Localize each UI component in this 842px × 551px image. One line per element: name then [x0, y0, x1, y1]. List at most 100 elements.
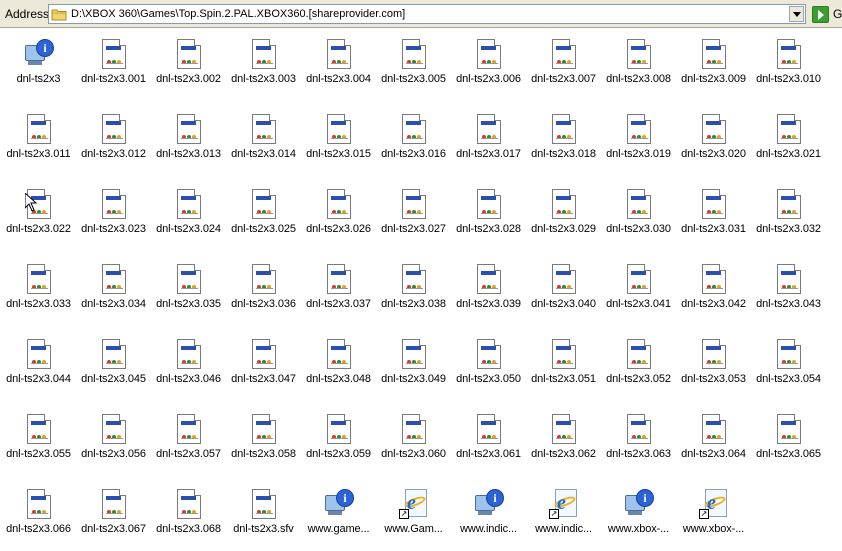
file-item[interactable]: dnl-ts2x3.054 — [751, 331, 826, 401]
file-item[interactable]: dnl-ts2x3.019 — [601, 106, 676, 176]
file-item[interactable]: dnl-ts2x3.049 — [376, 331, 451, 401]
file-item[interactable]: dnl-ts2x3.015 — [301, 106, 376, 176]
file-name-label: dnl-ts2x3.007 — [531, 73, 596, 85]
info-file-icon: i — [324, 487, 354, 521]
file-item[interactable]: dnl-ts2x3.032 — [751, 181, 826, 251]
file-name-label: dnl-ts2x3.058 — [231, 448, 296, 460]
file-item[interactable]: dnl-ts2x3.007 — [526, 31, 601, 101]
file-item[interactable]: dnl-ts2x3.023 — [76, 181, 151, 251]
file-item[interactable]: dnl-ts2x3.040 — [526, 256, 601, 326]
file-item[interactable]: dnl-ts2x3.035 — [151, 256, 226, 326]
file-item[interactable]: dnl-ts2x3.001 — [76, 31, 151, 101]
file-item[interactable]: dnl-ts2x3.030 — [601, 181, 676, 251]
file-item[interactable]: dnl-ts2x3.046 — [151, 331, 226, 401]
ie-shortcut-icon: e ↗ — [549, 487, 579, 521]
file-item[interactable]: dnl-ts2x3.042 — [676, 256, 751, 326]
file-item[interactable]: dnl-ts2x3.045 — [76, 331, 151, 401]
ie-shortcut-icon: e ↗ — [699, 487, 729, 521]
file-item[interactable]: dnl-ts2x3.047 — [226, 331, 301, 401]
file-item[interactable]: dnl-ts2x3.021 — [751, 106, 826, 176]
file-item[interactable]: dnl-ts2x3.009 — [676, 31, 751, 101]
address-dropdown-button[interactable] — [789, 6, 804, 22]
file-item[interactable]: dnl-ts2x3.063 — [601, 406, 676, 476]
generic-file-icon — [99, 262, 129, 296]
generic-file-icon — [174, 337, 204, 371]
file-item[interactable]: dnl-ts2x3.033 — [1, 256, 76, 326]
file-item[interactable]: e ↗ www.Gam... — [376, 481, 451, 551]
generic-file-icon — [249, 337, 279, 371]
file-item[interactable]: dnl-ts2x3.003 — [226, 31, 301, 101]
file-item[interactable]: dnl-ts2x3.031 — [676, 181, 751, 251]
file-item[interactable]: dnl-ts2x3.029 — [526, 181, 601, 251]
file-item[interactable]: dnl-ts2x3.057 — [151, 406, 226, 476]
file-item[interactable]: dnl-ts2x3.016 — [376, 106, 451, 176]
file-item[interactable]: dnl-ts2x3.034 — [76, 256, 151, 326]
file-item[interactable]: dnl-ts2x3.060 — [376, 406, 451, 476]
file-item[interactable]: dnl-ts2x3.043 — [751, 256, 826, 326]
file-item[interactable]: dnl-ts2x3.041 — [601, 256, 676, 326]
file-item[interactable]: dnl-ts2x3.024 — [151, 181, 226, 251]
file-item[interactable]: dnl-ts2x3.022 — [1, 181, 76, 251]
file-item[interactable]: i www.indic... — [451, 481, 526, 551]
go-button[interactable]: Go — [812, 4, 842, 24]
file-item[interactable]: dnl-ts2x3.061 — [451, 406, 526, 476]
file-item[interactable]: dnl-ts2x3.036 — [226, 256, 301, 326]
file-item[interactable]: dnl-ts2x3.058 — [226, 406, 301, 476]
file-item[interactable]: i www.xbox-... — [601, 481, 676, 551]
file-item[interactable]: dnl-ts2x3.050 — [451, 331, 526, 401]
file-name-label: dnl-ts2x3.067 — [81, 523, 146, 535]
file-item[interactable]: dnl-ts2x3.008 — [601, 31, 676, 101]
file-item[interactable]: dnl-ts2x3.038 — [376, 256, 451, 326]
file-item[interactable]: dnl-ts2x3.052 — [601, 331, 676, 401]
generic-file-icon — [474, 37, 504, 71]
file-item[interactable]: dnl-ts2x3.012 — [76, 106, 151, 176]
file-name-label: dnl-ts2x3.068 — [156, 523, 221, 535]
file-item[interactable]: dnl-ts2x3.014 — [226, 106, 301, 176]
file-item[interactable]: dnl-ts2x3.055 — [1, 406, 76, 476]
file-item[interactable]: dnl-ts2x3.025 — [226, 181, 301, 251]
file-item[interactable]: dnl-ts2x3.010 — [751, 31, 826, 101]
file-item[interactable]: dnl-ts2x3.066 — [1, 481, 76, 551]
file-item[interactable]: dnl-ts2x3.065 — [751, 406, 826, 476]
generic-file-icon — [99, 187, 129, 221]
file-item[interactable]: dnl-ts2x3.039 — [451, 256, 526, 326]
file-item[interactable]: dnl-ts2x3.059 — [301, 406, 376, 476]
file-item[interactable]: dnl-ts2x3.037 — [301, 256, 376, 326]
file-item[interactable]: dnl-ts2x3.011 — [1, 106, 76, 176]
file-item[interactable]: i www.game... — [301, 481, 376, 551]
file-item[interactable]: dnl-ts2x3.028 — [451, 181, 526, 251]
file-item[interactable]: dnl-ts2x3.064 — [676, 406, 751, 476]
file-item[interactable]: dnl-ts2x3.020 — [676, 106, 751, 176]
file-name-label: www.indic... — [460, 523, 517, 535]
file-name-label: dnl-ts2x3.034 — [81, 298, 146, 310]
file-item[interactable]: dnl-ts2x3.062 — [526, 406, 601, 476]
generic-file-icon — [624, 187, 654, 221]
file-name-label: dnl-ts2x3.052 — [606, 373, 671, 385]
file-item[interactable]: dnl-ts2x3.006 — [451, 31, 526, 101]
generic-file-icon — [774, 112, 804, 146]
address-input[interactable]: D:\XBOX 360\Games\Top.Spin.2.PAL.XBOX360… — [48, 4, 806, 24]
file-item[interactable]: dnl-ts2x3.017 — [451, 106, 526, 176]
file-item[interactable]: dnl-ts2x3.013 — [151, 106, 226, 176]
file-item[interactable]: dnl-ts2x3.005 — [376, 31, 451, 101]
file-item[interactable]: i dnl-ts2x3 — [1, 31, 76, 101]
file-item[interactable]: dnl-ts2x3.027 — [376, 181, 451, 251]
file-name-label: dnl-ts2x3.009 — [681, 73, 746, 85]
file-item[interactable]: dnl-ts2x3.053 — [676, 331, 751, 401]
file-item[interactable]: dnl-ts2x3.026 — [301, 181, 376, 251]
file-item[interactable]: dnl-ts2x3.044 — [1, 331, 76, 401]
generic-file-icon — [324, 37, 354, 71]
file-item[interactable]: dnl-ts2x3.018 — [526, 106, 601, 176]
file-item[interactable]: e ↗ www.indic... — [526, 481, 601, 551]
file-item[interactable]: dnl-ts2x3.051 — [526, 331, 601, 401]
file-item[interactable]: dnl-ts2x3.068 — [151, 481, 226, 551]
file-item[interactable]: dnl-ts2x3.004 — [301, 31, 376, 101]
file-item[interactable]: dnl-ts2x3.sfv — [226, 481, 301, 551]
file-item[interactable]: e ↗ www.xbox-... — [676, 481, 751, 551]
file-item[interactable]: dnl-ts2x3.067 — [76, 481, 151, 551]
file-name-label: dnl-ts2x3.045 — [81, 373, 146, 385]
file-name-label: dnl-ts2x3.057 — [156, 448, 221, 460]
file-item[interactable]: dnl-ts2x3.056 — [76, 406, 151, 476]
file-item[interactable]: dnl-ts2x3.002 — [151, 31, 226, 101]
file-item[interactable]: dnl-ts2x3.048 — [301, 331, 376, 401]
